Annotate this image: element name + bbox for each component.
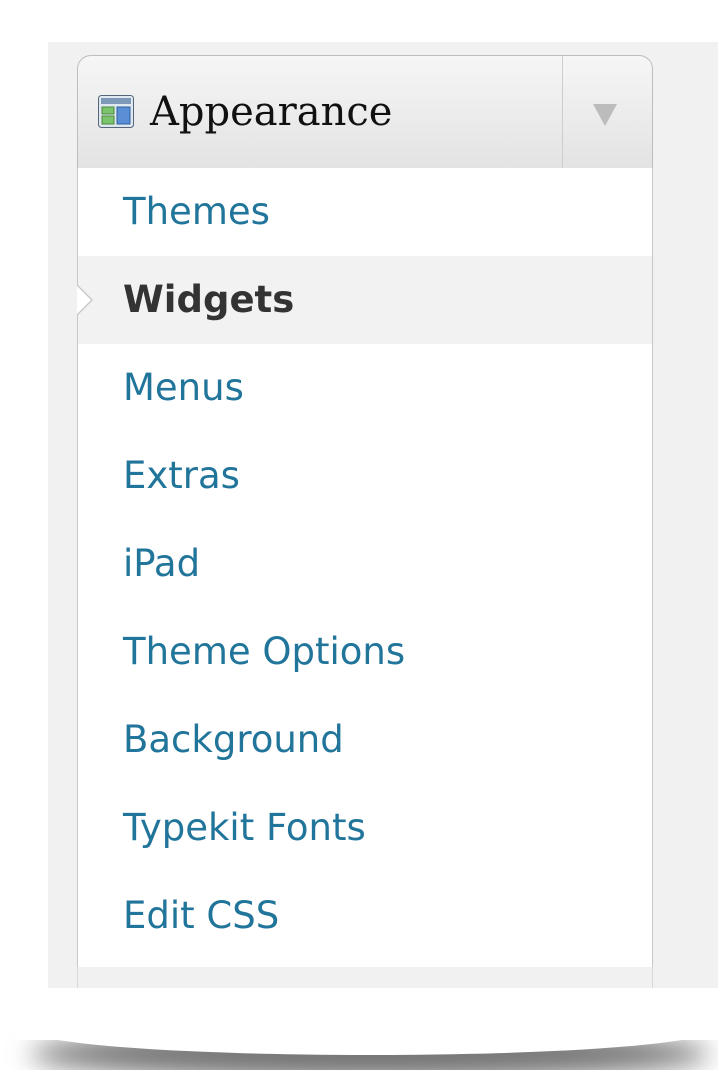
- submenu-item-menus[interactable]: Menus: [78, 344, 652, 432]
- chevron-down-icon: [593, 104, 617, 126]
- submenu-item-typekit-fonts[interactable]: Typekit Fonts: [78, 784, 652, 872]
- appearance-icon: [98, 95, 134, 128]
- menu-toggle-button[interactable]: [562, 56, 652, 168]
- submenu-item-ipad[interactable]: iPad: [78, 520, 652, 608]
- screenshot-frame: Appearance Themes Widgets Menus Extras i…: [14, 0, 718, 1040]
- next-menu-edge: [77, 967, 653, 988]
- submenu: Themes Widgets Menus Extras iPad Theme O…: [77, 168, 653, 968]
- submenu-item-edit-css[interactable]: Edit CSS: [78, 872, 652, 960]
- submenu-item-extras[interactable]: Extras: [78, 432, 652, 520]
- submenu-item-theme-options[interactable]: Theme Options: [78, 608, 652, 696]
- appearance-menu: Appearance Themes Widgets Menus Extras i…: [77, 55, 653, 968]
- submenu-item-background[interactable]: Background: [78, 696, 652, 784]
- menu-title[interactable]: Appearance: [150, 80, 392, 144]
- submenu-item-widgets[interactable]: Widgets: [77, 256, 652, 344]
- submenu-item-themes[interactable]: Themes: [78, 168, 652, 256]
- menu-header[interactable]: Appearance: [77, 55, 653, 169]
